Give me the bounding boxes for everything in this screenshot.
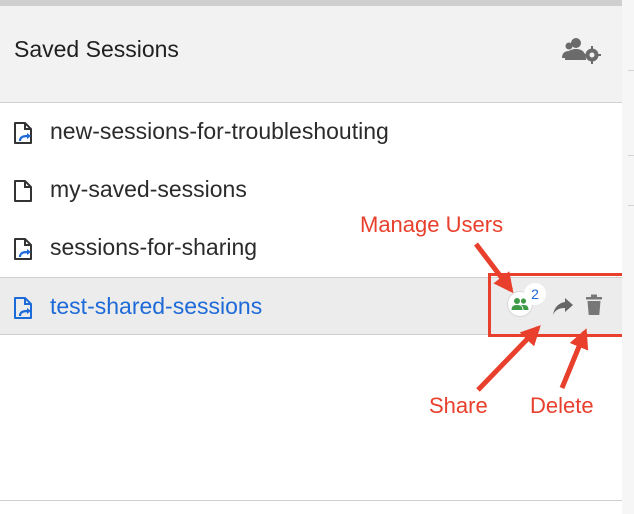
users-count-badge: 2 — [524, 283, 546, 305]
divider — [0, 500, 622, 501]
share-arrow-icon[interactable] — [552, 296, 574, 316]
shared-file-icon — [14, 297, 32, 319]
annotation-delete: Delete — [530, 393, 594, 418]
file-icon — [14, 180, 32, 202]
adjacent-panel-edge — [622, 0, 634, 514]
session-name[interactable]: my-saved-sessions — [50, 176, 247, 203]
panel-title: Saved Sessions — [14, 36, 179, 62]
annotation-manage-users: Manage Users — [360, 212, 504, 237]
session-row-selected[interactable]: test-shared-sessions 2 — [0, 273, 628, 337]
session-row[interactable]: my-saved-sessions — [0, 161, 622, 219]
sessions-list: new-sessions-for-troubleshouting my-save… — [0, 103, 628, 337]
session-row[interactable]: sessions-for-sharing — [0, 219, 622, 277]
users-gear-icon[interactable] — [562, 36, 602, 64]
annotation-share: Share — [429, 393, 488, 418]
session-name[interactable]: sessions-for-sharing — [50, 234, 257, 261]
shared-file-icon — [14, 238, 32, 260]
session-row[interactable]: new-sessions-for-troubleshouting — [0, 103, 622, 161]
panel-header: Saved Sessions — [0, 6, 622, 103]
session-name[interactable]: test-shared-sessions — [50, 293, 262, 320]
trash-icon[interactable] — [584, 294, 604, 316]
shared-file-icon — [14, 122, 32, 144]
session-name[interactable]: new-sessions-for-troubleshouting — [50, 118, 389, 145]
saved-sessions-panel: Saved Sessions new-sessions-for-troubles… — [0, 0, 628, 514]
